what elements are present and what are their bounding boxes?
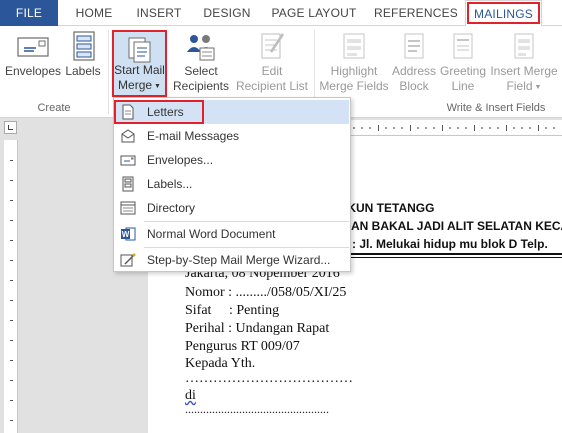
create-group-label: Create <box>37 102 71 114</box>
letterhead-address: : Jl. Melukai hidup mu blok D Telp. <box>352 237 548 251</box>
labels-label: Labels <box>65 64 101 78</box>
greeting-line-button[interactable]: Greeting Line <box>438 30 488 94</box>
insert-field-icon <box>514 33 534 59</box>
svg-text:W: W <box>122 230 130 239</box>
directory-icon <box>120 201 136 215</box>
edit-recipient-list-button[interactable]: Edit Recipient List <box>234 30 310 94</box>
menu-item-label: Directory <box>147 201 196 215</box>
start-mail-merge-menu: Letters E-mail Messages Envelopes... Lab… <box>113 97 351 272</box>
letter-recipient-blank: ……………………………… <box>185 371 353 386</box>
ribbon-tab-bar: FILE HOME INSERT DESIGN PAGE LAYOUT REFE… <box>0 0 562 27</box>
recipients-icon <box>187 35 215 61</box>
menu-item-label: Envelopes... <box>147 153 214 167</box>
menu-item-label: Letters <box>147 105 184 119</box>
address-block-label-1: Address <box>391 64 437 78</box>
greeting-line-icon <box>453 33 473 59</box>
envelope-icon <box>120 155 136 166</box>
menu-item-letters[interactable]: Letters <box>115 100 349 124</box>
address-block-icon <box>404 33 424 59</box>
tab-selector[interactable] <box>4 121 17 134</box>
letter-number: Nomor : ........./058/05/XI/25 <box>185 285 347 300</box>
menu-item-label: E-mail Messages <box>147 129 240 143</box>
labels-button[interactable]: Labels <box>63 30 103 79</box>
highlight-merge-fields-button[interactable]: Highlight Merge Fields <box>318 30 390 94</box>
labels-icon <box>122 176 134 192</box>
address-block-label-2: Block <box>399 79 429 93</box>
highlight-merge-fields-label-2: Merge Fields <box>319 79 389 93</box>
greeting-line-label-2: Line <box>451 79 475 93</box>
menu-item-label: Normal Word Document <box>147 227 276 241</box>
tab-page-layout[interactable]: PAGE LAYOUT <box>264 0 364 26</box>
envelope-icon <box>17 37 49 57</box>
insert-merge-field-button[interactable]: Insert Merge Field ▼ <box>488 30 560 95</box>
highlight-fields-icon <box>343 33 365 59</box>
menu-item-labels[interactable]: Labels... <box>115 172 349 196</box>
ruler-ticks <box>10 160 13 421</box>
insert-merge-field-label-1: Insert Merge <box>490 64 558 78</box>
write-insert-group-label: Write & Insert Fields <box>446 102 546 114</box>
wizard-icon <box>120 253 136 267</box>
letterhead-rule <box>350 253 562 255</box>
word-document-icon: W <box>121 227 136 241</box>
tab-mailings[interactable]: MAILINGS <box>465 0 542 27</box>
tab-insert[interactable]: INSERT <box>128 0 190 26</box>
letter-recipient-heading: Kepada Yth. <box>185 356 256 371</box>
letter-place-blank: ........................................… <box>185 402 329 416</box>
tab-design[interactable]: DESIGN <box>196 0 258 26</box>
letterhead-rule <box>350 257 562 258</box>
menu-item-label: Step-by-Step Mail Merge Wizard... <box>147 253 331 267</box>
start-mail-merge-label-1: Start Mail <box>114 63 165 77</box>
select-recipients-label-1: Select <box>184 64 218 78</box>
menu-item-email-messages[interactable]: E-mail Messages <box>115 124 349 148</box>
address-block-button[interactable]: Address Block <box>389 30 439 94</box>
chevron-down-icon: ▼ <box>532 84 542 91</box>
greeting-line-label-1: Greeting <box>439 64 487 78</box>
email-icon <box>121 129 135 143</box>
labels-icon <box>73 31 95 61</box>
menu-item-mail-merge-wizard[interactable]: Step-by-Step Mail Merge Wizard... <box>115 248 349 272</box>
tab-file[interactable]: FILE <box>0 0 58 26</box>
edit-recipient-list-label-1: Edit <box>261 64 283 78</box>
tab-home[interactable]: HOME <box>66 0 122 26</box>
start-mail-merge-label-2: Merge <box>118 78 153 92</box>
group-separator <box>108 30 109 114</box>
letter-nature: Sifat : Penting <box>185 303 280 318</box>
menu-item-envelopes[interactable]: Envelopes... <box>115 148 349 172</box>
letter-icon <box>122 104 134 120</box>
mail-merge-icon <box>128 37 150 63</box>
chevron-down-icon: ▼ <box>152 83 161 90</box>
envelopes-button[interactable]: Envelopes <box>4 30 62 79</box>
menu-item-normal-word-document[interactable]: W Normal Word Document <box>115 222 349 246</box>
insert-merge-field-label-2: Field <box>506 79 533 93</box>
letter-subject: Perihal : Undangan Rapat <box>185 321 330 336</box>
edit-list-icon <box>261 33 285 59</box>
highlight-merge-fields-label-1: Highlight <box>330 64 378 78</box>
ruler-ticks <box>353 125 555 131</box>
letter-sender: Pengurus RT 009/07 <box>185 339 300 354</box>
menu-item-label: Labels... <box>147 177 193 191</box>
edit-recipient-list-label-2: Recipient List <box>235 79 309 93</box>
envelopes-label: Envelopes <box>4 64 62 78</box>
select-recipients-label-2: Recipients <box>172 79 230 93</box>
horizontal-ruler[interactable] <box>350 120 562 136</box>
vertical-ruler[interactable] <box>4 140 18 433</box>
menu-item-directory[interactable]: Directory <box>115 196 349 220</box>
start-mail-merge-button[interactable]: Start Mail Merge ▼ <box>112 30 167 97</box>
tab-references[interactable]: REFERENCES <box>370 0 462 26</box>
letterhead-subtitle: AN BAKAL JADI ALIT SELATAN KECA <box>351 219 562 233</box>
